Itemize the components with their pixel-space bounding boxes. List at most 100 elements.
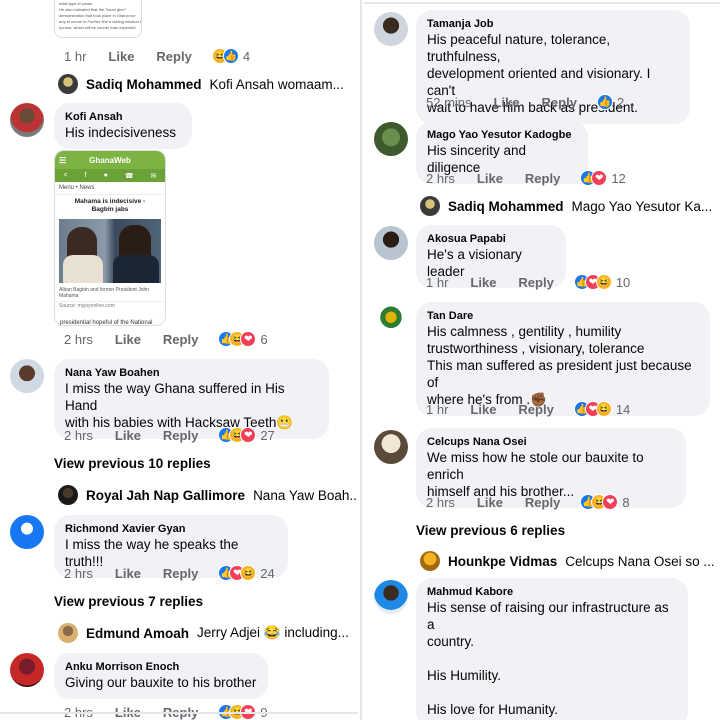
haha-reaction-icon: 😆 [240, 565, 257, 581]
whatsapp-icon: ☎ [124, 172, 134, 180]
comment-time[interactable]: 2 hrs [64, 428, 93, 443]
reply-button[interactable]: Reply [156, 49, 191, 64]
reply-button[interactable]: Reply [525, 495, 560, 510]
article-source: Source: myjoyonline.com [55, 301, 165, 310]
comment-author[interactable]: Mago Yao Yesutor Kadogbe [427, 128, 577, 142]
reply-button[interactable]: Reply [163, 566, 198, 581]
comment-author[interactable]: Nana Yaw Boahen [65, 366, 318, 380]
avatar[interactable] [10, 515, 44, 549]
comment-time[interactable]: 1 hr [426, 402, 448, 417]
reply-button[interactable]: Reply [518, 275, 553, 290]
menu-icon: ☰ [59, 155, 67, 165]
reply-preview: Kofi Ansah womaam... [209, 76, 344, 92]
like-button[interactable]: Like [477, 171, 503, 186]
reaction-count: 12 [611, 170, 626, 186]
view-previous-replies-link[interactable]: View previous 7 replies [54, 594, 203, 609]
view-previous-replies-link[interactable]: View previous 6 replies [416, 523, 565, 538]
comment-text-line: This man suffered as president just beca… [427, 358, 692, 390]
avatar[interactable] [374, 122, 408, 156]
like-button[interactable]: Like [470, 402, 496, 417]
reply-author[interactable]: Sadiq Mohammed [86, 77, 202, 92]
reaction-summary[interactable]: 👍 2 [596, 94, 625, 110]
comment-actions: 2 hrs Like Reply 👍 😆 ❤ 6 [64, 330, 268, 348]
avatar[interactable] [10, 359, 44, 393]
comment-author[interactable]: Celcups Nana Osei [427, 435, 675, 449]
like-button[interactable]: Like [115, 332, 141, 347]
reply-button[interactable]: Reply [542, 95, 577, 110]
view-previous-replies-link[interactable]: View previous 10 replies [54, 456, 211, 471]
comment-time[interactable]: 1 hr [426, 275, 448, 290]
collapsed-reply[interactable]: Hounkpe Vidmas Celcups Nana Osei so ... [420, 551, 715, 571]
comment-actions: 1 hr Like Reply 👍 ❤ 😆 10 [426, 273, 630, 291]
comment-author[interactable]: Mahmud Kabore [427, 585, 677, 599]
reply-author[interactable]: Edmund Amoah [86, 626, 189, 641]
reaction-summary[interactable]: 👍 😆 ❤ 6 [218, 331, 268, 347]
article-snippet-top[interactable]: what type of power. He also indicated th… [54, 0, 142, 38]
reply-button[interactable]: Reply [518, 402, 553, 417]
reaction-count: 2 [616, 94, 625, 110]
collapsed-reply[interactable]: Royal Jah Nap Gallimore Nana Yaw Boah... [58, 485, 358, 505]
comment-author[interactable]: Kofi Ansah [65, 110, 181, 124]
avatar[interactable] [374, 302, 408, 336]
panel-top-rule [364, 2, 720, 4]
reply-author[interactable]: Royal Jah Nap Gallimore [86, 488, 245, 503]
reaction-summary[interactable]: 👍 ❤ 12 [580, 170, 626, 186]
avatar[interactable] [374, 226, 408, 260]
comment-text-line: His calmness , gentility , humility [427, 324, 622, 339]
reaction-summary[interactable]: 👍 ❤ 😆 14 [573, 401, 630, 417]
reply-button[interactable]: Reply [163, 428, 198, 443]
like-button[interactable]: Like [108, 49, 134, 64]
comment-time[interactable]: 2 hrs [64, 566, 93, 581]
avatar [58, 485, 78, 505]
reply-author[interactable]: Sadiq Mohammed [448, 199, 564, 214]
reaction-summary[interactable]: 👍 ❤ 😆 24 [218, 565, 275, 581]
comment-bubble: Tan Dare His calmness , gentility , humi… [416, 302, 710, 416]
comment-time[interactable]: 2 hrs [64, 332, 93, 347]
comment-author[interactable]: Richmond Xavier Gyan [65, 522, 277, 536]
like-button[interactable]: Like [470, 275, 496, 290]
collapsed-reply[interactable]: Edmund Amoah Jerry Adjei 😂 including... [58, 623, 349, 643]
like-button[interactable]: Like [494, 95, 520, 110]
comment-text-line [427, 650, 677, 667]
comment-bubble: Mahmud Kabore His sense of raising our i… [416, 578, 688, 720]
reply-preview: Celcups Nana Osei so ... [565, 553, 715, 569]
like-button[interactable]: Like [115, 428, 141, 443]
comment-author[interactable]: Akosua Papabi [427, 232, 555, 246]
comment-time[interactable]: 52 mins [426, 95, 472, 110]
comment-text-line: We miss how he stole our bauxite to enri… [427, 450, 644, 482]
like-button[interactable]: Like [477, 495, 503, 510]
reaction-summary[interactable]: 😆 👍 4 [211, 48, 251, 64]
collapsed-reply[interactable]: Sadiq Mohammed Mago Yao Yesutor Ka... [420, 196, 712, 216]
like-button[interactable]: Like [115, 566, 141, 581]
collapsed-reply[interactable]: Sadiq Mohammed Kofi Ansah womaam... [58, 74, 344, 94]
avatar[interactable] [10, 653, 44, 687]
reaction-count: 10 [615, 274, 631, 290]
comment-author[interactable]: Tan Dare [427, 309, 699, 323]
article-attachment[interactable]: ☰ GhanaWeb < f ● ☎ ✉ Menu • News Mahama … [54, 150, 166, 326]
reaction-count: 27 [260, 427, 275, 443]
reaction-summary[interactable]: 👍 😆 ❤ 8 [580, 494, 630, 510]
love-reaction-icon: ❤ [240, 427, 257, 443]
comment-time[interactable]: 2 hrs [426, 171, 455, 186]
avatar[interactable] [10, 103, 44, 137]
avatar[interactable] [374, 430, 408, 464]
reaction-summary[interactable]: 👍 ❤ 😆 10 [573, 274, 631, 290]
comment-actions: 1 hr Like Reply 😆 👍 4 [64, 47, 250, 65]
avatar[interactable] [374, 12, 408, 46]
comment-actions: 2 hrs Like Reply 👍 ❤ 😆 24 [64, 564, 275, 582]
avatar[interactable] [374, 580, 408, 614]
site-name: GhanaWeb [89, 155, 131, 165]
reaction-summary[interactable]: 👍 😆 ❤ 27 [218, 427, 275, 443]
reaction-count: 4 [242, 48, 251, 64]
snippet-line: hprosa, which will be sooner than expect… [59, 25, 136, 30]
reply-author[interactable]: Hounkpe Vidmas [448, 554, 557, 569]
reply-button[interactable]: Reply [525, 171, 560, 186]
comment-text: His indecisiveness [65, 125, 177, 140]
comment-text-line: trustworthiness , visionary, tolerance [427, 341, 645, 356]
comment-author[interactable]: Anku Morrison Enoch [65, 660, 257, 674]
comment-actions: 2 hrs Like Reply 👍 ❤ 12 [426, 169, 626, 187]
comment-author[interactable]: Tamanja Job [427, 17, 679, 31]
comment-time[interactable]: 1 hr [64, 49, 86, 64]
reply-button[interactable]: Reply [163, 332, 198, 347]
comment-time[interactable]: 2 hrs [426, 495, 455, 510]
